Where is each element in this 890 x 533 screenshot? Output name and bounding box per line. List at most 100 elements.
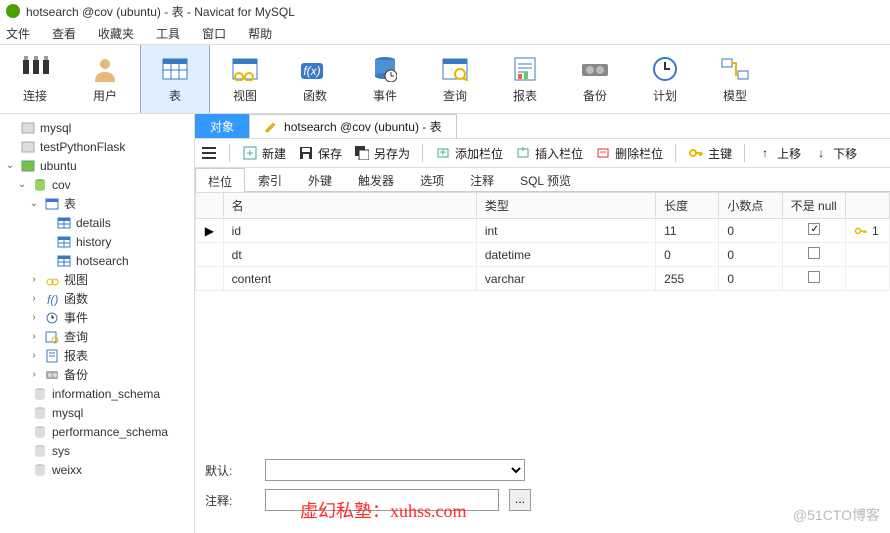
tab-designer[interactable]: hotsearch @cov (ubuntu) - 表	[249, 114, 457, 138]
tree-item[interactable]: ›f()函数	[0, 289, 194, 308]
subtab[interactable]: 索引	[245, 167, 295, 193]
field-row[interactable]: dtdatetime00	[196, 243, 890, 267]
addfield-button[interactable]: +添加栏位	[435, 145, 503, 162]
tree-item[interactable]: ›事件	[0, 308, 194, 327]
tree-item[interactable]: ›视图	[0, 270, 194, 289]
tree-item[interactable]: history	[0, 232, 194, 251]
movedown-button[interactable]: ↓下移	[813, 145, 857, 162]
db-off-icon	[32, 444, 48, 458]
tree-item[interactable]: information_schema	[0, 384, 194, 403]
conn-off-icon	[20, 121, 36, 135]
user-icon	[89, 55, 121, 83]
new-button[interactable]: +新建	[242, 145, 286, 162]
tree-item[interactable]: ⌄cov	[0, 175, 194, 194]
saveas-button[interactable]: 另存为	[354, 145, 410, 162]
notnull-checkbox[interactable]	[808, 223, 820, 235]
primarykey-button[interactable]: 主键	[688, 145, 732, 162]
main-toolbar: 连接用户表视图f(x)函数事件查询报表备份计划模型	[0, 44, 890, 114]
col-name[interactable]: 名	[223, 193, 476, 219]
report-button[interactable]: 报表	[490, 45, 560, 113]
notnull-checkbox[interactable]	[808, 271, 820, 283]
subtab[interactable]: 触发器	[345, 167, 407, 193]
caret-icon: ›	[28, 350, 40, 361]
tree-item[interactable]: sys	[0, 441, 194, 460]
schedule-button[interactable]: 计划	[630, 45, 700, 113]
backup-icon	[579, 55, 611, 83]
function-button[interactable]: f(x)函数	[280, 45, 350, 113]
insertfield-button[interactable]: 插入栏位	[515, 145, 583, 162]
table-button[interactable]: 表	[140, 45, 210, 113]
menu-icon[interactable]	[201, 145, 217, 161]
view-button[interactable]: 视图	[210, 45, 280, 113]
key-icon	[688, 145, 704, 161]
subtab[interactable]: 栏位	[195, 168, 245, 194]
menu-view[interactable]: 查看	[52, 25, 76, 42]
tree-item[interactable]: weixx	[0, 460, 194, 479]
tree-item[interactable]: ⌄ubuntu	[0, 156, 194, 175]
tree-item[interactable]: mysql	[0, 118, 194, 137]
tab-objects[interactable]: 对象	[195, 114, 249, 138]
arrow-up-icon: ↑	[757, 145, 773, 161]
moveup-button[interactable]: ↑上移	[757, 145, 801, 162]
window-title: hotsearch @cov (ubuntu) - 表 - Navicat fo…	[26, 3, 295, 20]
event-button[interactable]: 事件	[350, 45, 420, 113]
arrow-down-icon: ↓	[813, 145, 829, 161]
tree-item[interactable]: hotsearch	[0, 251, 194, 270]
caret-icon: ⌄	[28, 198, 40, 209]
db-off-icon	[32, 387, 48, 401]
conn-off-icon	[20, 140, 36, 154]
user-button[interactable]: 用户	[70, 45, 140, 113]
default-select[interactable]	[265, 459, 525, 481]
caret-icon: ›	[28, 312, 40, 323]
col-notnull[interactable]: 不是 null	[782, 193, 845, 219]
tree-item[interactable]: testPythonFlask	[0, 137, 194, 156]
col-type[interactable]: 类型	[476, 193, 655, 219]
subtab[interactable]: 外键	[295, 167, 345, 193]
menu-fav[interactable]: 收藏夹	[98, 25, 134, 42]
delfield-button[interactable]: −删除栏位	[595, 145, 663, 162]
tab-strip: 对象 hotsearch @cov (ubuntu) - 表	[195, 114, 890, 138]
field-row[interactable]: contentvarchar2550	[196, 267, 890, 291]
query-button[interactable]: 查询	[420, 45, 490, 113]
query-icon	[44, 330, 60, 344]
schedule-icon	[649, 55, 681, 83]
bottom-panel: 默认: 注释: ...	[195, 451, 890, 533]
tree-item[interactable]: performance_schema	[0, 422, 194, 441]
tree-item[interactable]: mysql	[0, 403, 194, 422]
comment-input[interactable]	[265, 489, 499, 511]
tree-item[interactable]: ›备份	[0, 365, 194, 384]
app-icon	[6, 4, 20, 18]
menu-file[interactable]: 文件	[6, 25, 30, 42]
backup-button[interactable]: 备份	[560, 45, 630, 113]
table-icon	[56, 235, 72, 249]
col-length[interactable]: 长度	[656, 193, 719, 219]
subtab[interactable]: 选项	[407, 167, 457, 193]
notnull-checkbox[interactable]	[808, 247, 820, 259]
save-button[interactable]: 保存	[298, 145, 342, 162]
caret-icon: ›	[28, 369, 40, 380]
subtab[interactable]: 注释	[457, 167, 507, 193]
col-key[interactable]	[845, 193, 889, 219]
model-icon	[719, 55, 751, 83]
connect-button[interactable]: 连接	[0, 45, 70, 113]
caret-icon: ›	[28, 293, 40, 304]
comment-more-button[interactable]: ...	[509, 489, 531, 511]
menubar: 文件 查看 收藏夹 工具 窗口 帮助	[0, 22, 890, 44]
tree-item[interactable]: details	[0, 213, 194, 232]
menu-tools[interactable]: 工具	[156, 25, 180, 42]
col-decimals[interactable]: 小数点	[719, 193, 782, 219]
menu-help[interactable]: 帮助	[248, 25, 272, 42]
menu-window[interactable]: 窗口	[202, 25, 226, 42]
tree-item[interactable]: ›报表	[0, 346, 194, 365]
table-icon	[159, 55, 191, 83]
subtab[interactable]: SQL 预览	[507, 167, 584, 193]
db-off-icon	[32, 406, 48, 420]
function-icon: f(x)	[299, 55, 331, 83]
model-button[interactable]: 模型	[700, 45, 770, 113]
tree-item[interactable]: ›查询	[0, 327, 194, 346]
conn-on-icon	[20, 159, 36, 173]
sidebar-tree: mysqltestPythonFlask⌄ubuntu⌄cov⌄表details…	[0, 114, 195, 533]
connect-icon	[19, 55, 51, 83]
tree-item[interactable]: ⌄表	[0, 194, 194, 213]
field-row[interactable]: ▶idint1101	[196, 219, 890, 243]
